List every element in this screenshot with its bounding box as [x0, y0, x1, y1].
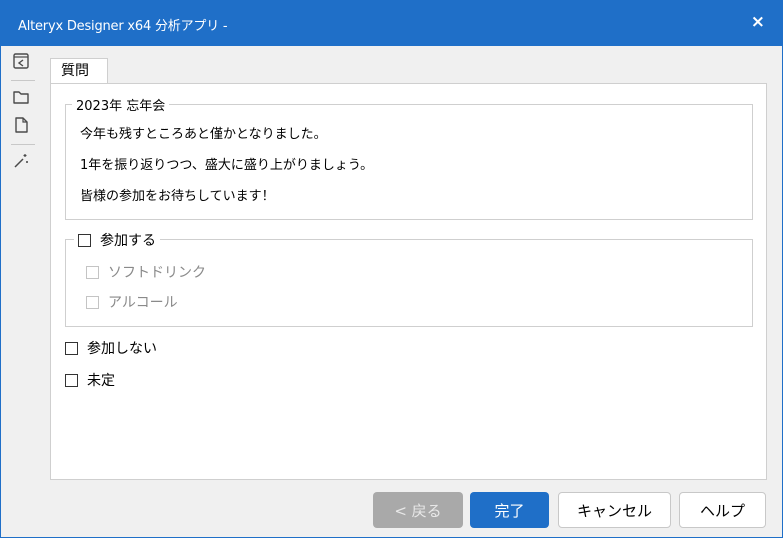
- message-line-1: 今年も残すところあと僅かとなりました。: [80, 127, 327, 142]
- help-button[interactable]: ヘルプ: [679, 492, 766, 528]
- file-icon[interactable]: [11, 115, 35, 139]
- tab-question[interactable]: 質問: [50, 58, 108, 84]
- side-toolbar: [5, 46, 41, 536]
- folder-icon[interactable]: [11, 87, 35, 111]
- magic-wand-icon[interactable]: [11, 151, 35, 175]
- message-group: 2023年 忘年会 今年も残すところあと僅かとなりました。 1年を振り返りつつ、…: [65, 95, 753, 220]
- not-attend-checkbox[interactable]: 参加しない: [65, 338, 157, 358]
- panel-collapse-icon[interactable]: [11, 51, 35, 75]
- message-line-3: 皆様の参加をお待ちしています！: [80, 189, 275, 204]
- message-line-2: 1年を振り返りつつ、盛大に盛り上がりましょう。: [80, 158, 374, 173]
- soft-drink-checkbox[interactable]: ソフトドリンク: [86, 262, 206, 282]
- soft-drink-label: ソフトドリンク: [108, 265, 206, 281]
- alcohol-label: アルコール: [108, 295, 178, 311]
- back-button[interactable]: < 戻る: [373, 492, 463, 528]
- question-panel: 2023年 忘年会 今年も残すところあと僅かとなりました。 1年を振り返りつつ、…: [50, 83, 767, 480]
- attend-label: 参加する: [100, 233, 156, 249]
- title-bar: Alteryx Designer x64 分析アプリ - ×: [1, 1, 782, 46]
- done-button[interactable]: 完了: [470, 492, 549, 528]
- undecided-label: 未定: [87, 373, 115, 389]
- checkbox-box[interactable]: [78, 233, 91, 247]
- alcohol-checkbox[interactable]: アルコール: [86, 292, 178, 312]
- dialog-window: Alteryx Designer x64 分析アプリ - × 質問 2023年 …: [0, 0, 783, 538]
- toolbar-divider: [11, 144, 35, 145]
- attend-group: 参加する ソフトドリンク アルコール: [65, 230, 753, 327]
- cancel-button[interactable]: キャンセル: [558, 492, 671, 528]
- checkbox-box[interactable]: [65, 373, 78, 387]
- undecided-checkbox[interactable]: 未定: [65, 370, 115, 390]
- message-group-title: 2023年 忘年会: [72, 95, 170, 114]
- toolbar-divider: [11, 80, 35, 81]
- window-title: Alteryx Designer x64 分析アプリ -: [18, 19, 228, 34]
- checkbox-box[interactable]: [86, 295, 99, 309]
- checkbox-box[interactable]: [86, 265, 99, 279]
- close-icon[interactable]: ×: [751, 12, 765, 32]
- not-attend-label: 参加しない: [87, 341, 157, 357]
- checkbox-box[interactable]: [65, 341, 78, 355]
- attend-checkbox[interactable]: 参加する: [74, 230, 160, 250]
